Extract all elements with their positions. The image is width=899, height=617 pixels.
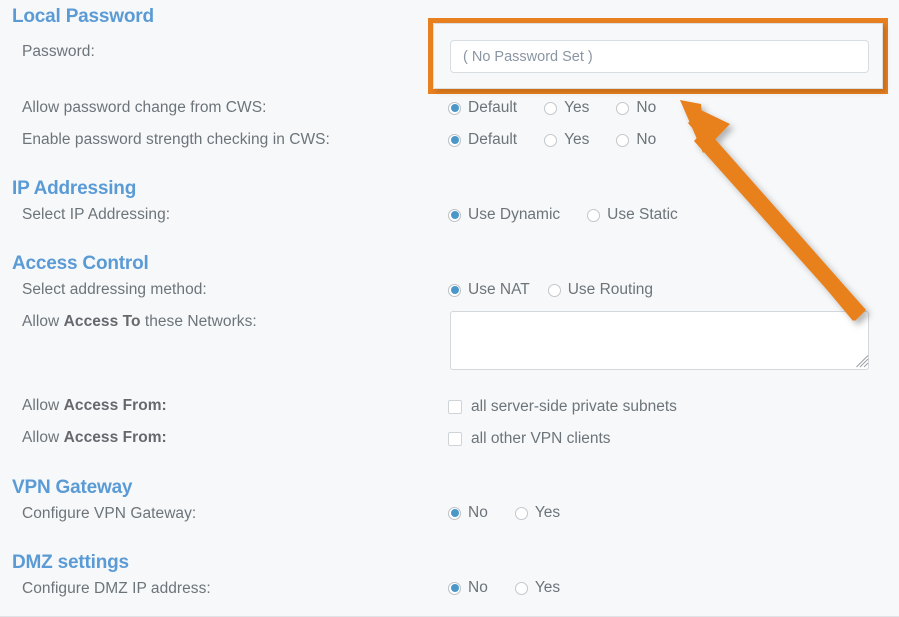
section-heading-vpn-gateway: VPN Gateway: [12, 477, 132, 499]
radio-icon[interactable]: [587, 209, 600, 222]
radio-icon[interactable]: [448, 209, 461, 222]
label-part-suffix: these Networks:: [141, 313, 257, 330]
section-heading-access-control: Access Control: [12, 253, 149, 275]
radio-option-label: Yes: [564, 131, 589, 149]
radio-option-label: No: [636, 99, 656, 117]
label-part-prefix: Allow: [22, 429, 64, 446]
radio-icon[interactable]: [448, 582, 461, 595]
radio-group-dmz-settings: No Yes: [448, 579, 560, 597]
label-part-bold: Access From:: [64, 429, 167, 446]
label-configure-dmz-ip-address: Configure DMZ IP address:: [22, 580, 211, 598]
radio-option-use-static[interactable]: Use Static: [587, 206, 678, 224]
radio-icon[interactable]: [616, 134, 629, 147]
checkbox-group-other-vpn-clients: all other VPN clients: [448, 430, 611, 448]
annotation-arrow-icon: [680, 100, 866, 321]
radio-option-vpn-gateway-yes[interactable]: Yes: [515, 504, 560, 522]
radio-option-label: Use Routing: [568, 281, 653, 299]
radio-option-dmz-yes[interactable]: Yes: [515, 579, 560, 597]
label-configure-vpn-gateway: Configure VPN Gateway:: [22, 505, 196, 523]
radio-option-label: Yes: [535, 579, 560, 597]
radio-option-use-dynamic[interactable]: Use Dynamic: [448, 206, 560, 224]
radio-group-ip-addressing: Use Dynamic Use Static: [448, 206, 678, 224]
section-heading-ip-addressing: IP Addressing: [12, 178, 136, 200]
radio-option-label: Yes: [535, 504, 560, 522]
radio-option-use-nat[interactable]: Use NAT: [448, 281, 530, 299]
checkbox-option-server-side-subnets[interactable]: all server-side private subnets: [448, 398, 677, 416]
radio-option-label: Use Dynamic: [468, 206, 560, 224]
label-part-bold: Access To: [64, 313, 141, 330]
radio-option-use-routing[interactable]: Use Routing: [548, 281, 653, 299]
radio-option-label: Default: [468, 131, 517, 149]
radio-icon[interactable]: [515, 507, 528, 520]
label-allow-access-from-subnets: Allow Access From:: [22, 397, 167, 415]
label-select-addressing-method: Select addressing method:: [22, 281, 207, 299]
radio-option-label: No: [468, 504, 488, 522]
section-heading-local-password: Local Password: [12, 6, 154, 28]
radio-icon[interactable]: [448, 134, 461, 147]
radio-option-label: Use Static: [607, 206, 678, 224]
radio-icon[interactable]: [616, 102, 629, 115]
radio-option-strength-no[interactable]: No: [616, 131, 656, 149]
checkbox-icon[interactable]: [448, 400, 462, 414]
checkbox-icon[interactable]: [448, 432, 462, 446]
allow-access-to-networks-textarea[interactable]: [450, 311, 869, 370]
radio-group-allow-password-change: Default Yes No: [448, 99, 656, 117]
label-password: Password:: [22, 43, 95, 61]
label-allow-password-change: Allow password change from CWS:: [22, 99, 266, 117]
radio-option-label: No: [636, 131, 656, 149]
radio-option-label: Use NAT: [468, 281, 530, 299]
label-allow-access-from-vpn-clients: Allow Access From:: [22, 429, 167, 447]
radio-option-strength-default[interactable]: Default: [448, 131, 517, 149]
password-input[interactable]: [450, 40, 869, 73]
label-enable-password-strength: Enable password strength checking in CWS…: [22, 131, 330, 149]
radio-option-vpn-gateway-no[interactable]: No: [448, 504, 488, 522]
radio-option-dmz-no[interactable]: No: [448, 579, 488, 597]
section-heading-dmz-settings: DMZ settings: [12, 552, 129, 574]
radio-group-addressing-method: Use NAT Use Routing: [448, 281, 653, 299]
radio-icon[interactable]: [544, 102, 557, 115]
radio-group-vpn-gateway: No Yes: [448, 504, 560, 522]
label-part-bold: Access From:: [64, 397, 167, 414]
radio-icon[interactable]: [515, 582, 528, 595]
radio-group-password-strength: Default Yes No: [448, 131, 656, 149]
radio-option-allow-change-no[interactable]: No: [616, 99, 656, 117]
radio-option-allow-change-yes[interactable]: Yes: [544, 99, 589, 117]
radio-icon[interactable]: [448, 102, 461, 115]
annotation-arrow-layer: [0, 0, 899, 617]
checkbox-option-label: all other VPN clients: [471, 430, 611, 448]
radio-icon[interactable]: [544, 134, 557, 147]
checkbox-option-label: all server-side private subnets: [471, 398, 677, 416]
checkbox-group-server-side-subnets: all server-side private subnets: [448, 398, 677, 416]
label-select-ip-addressing: Select IP Addressing:: [22, 206, 170, 224]
radio-icon[interactable]: [448, 507, 461, 520]
radio-icon[interactable]: [548, 284, 561, 297]
radio-option-label: No: [468, 579, 488, 597]
radio-option-label: Yes: [564, 99, 589, 117]
checkbox-option-other-vpn-clients[interactable]: all other VPN clients: [448, 430, 611, 448]
radio-icon[interactable]: [448, 284, 461, 297]
radio-option-label: Default: [468, 99, 517, 117]
label-part-prefix: Allow: [22, 397, 64, 414]
radio-option-allow-change-default[interactable]: Default: [448, 99, 517, 117]
label-part-prefix: Allow: [22, 313, 64, 330]
label-allow-access-to-networks: Allow Access To these Networks:: [22, 313, 257, 331]
settings-page: Local Password Password: Allow password …: [0, 0, 899, 617]
radio-option-strength-yes[interactable]: Yes: [544, 131, 589, 149]
